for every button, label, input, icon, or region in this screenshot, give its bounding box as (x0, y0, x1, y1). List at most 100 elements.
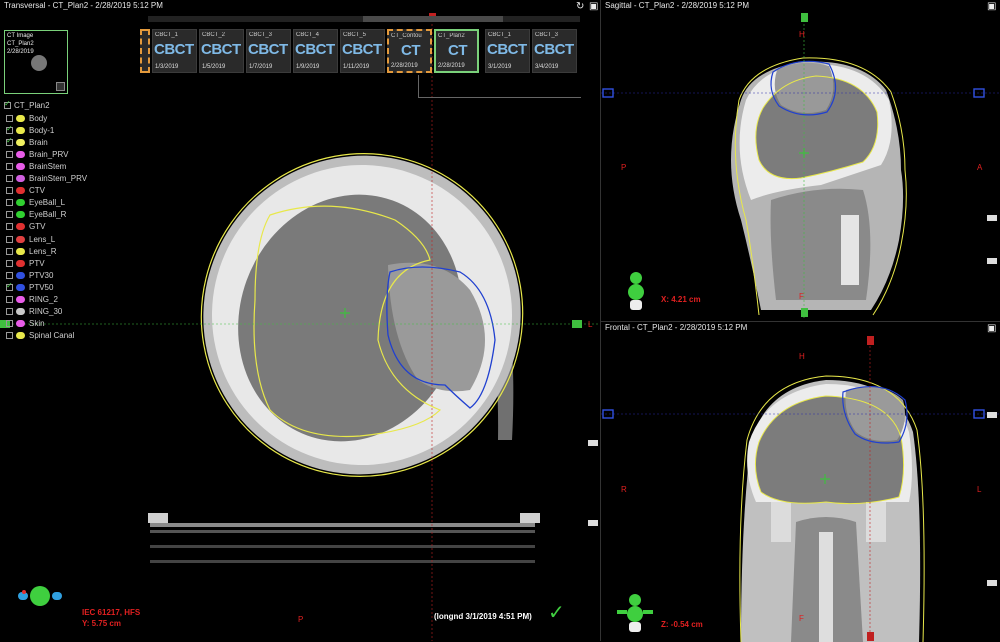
structure-checkbox[interactable] (6, 235, 13, 243)
structure-checkbox[interactable] (6, 136, 13, 146)
structure-checkbox[interactable] (6, 332, 13, 340)
thumbnail-date: 3/1/2019 (488, 64, 512, 70)
thumbnail-ct-plan2[interactable]: CT_Plan2 CT 2/28/2019 (434, 29, 479, 73)
structure-row[interactable]: Brain_PRV (6, 148, 68, 160)
structure-row[interactable]: Spinal Canal (6, 330, 74, 342)
structure-color-icon (16, 150, 25, 158)
structure-row[interactable]: PTV (6, 257, 45, 269)
structure-checkbox[interactable] (6, 187, 13, 195)
scroll-up-button[interactable] (987, 258, 997, 264)
scroll-down-button[interactable] (987, 412, 997, 418)
structure-row[interactable]: EyeBall_R (6, 209, 66, 221)
structure-row[interactable]: Brain (6, 136, 48, 148)
orient-label-right: A (977, 163, 983, 172)
sagittal-viewport[interactable]: Sagittal - CT_Plan2 - 2/28/2019 5:12 PM … (601, 0, 1000, 320)
preview-line3: 2/28/2019 (7, 49, 34, 55)
scroll-up-button[interactable] (588, 520, 598, 526)
structure-name: PTV (29, 258, 45, 268)
structure-row[interactable]: Lens_R (6, 245, 57, 257)
orientation-figure-icon[interactable] (18, 584, 62, 612)
structure-row[interactable]: CTV (6, 185, 45, 197)
thumbnail-cbct-2[interactable]: CBCT_2 CBCT 1/5/2019 (199, 29, 244, 73)
structure-row[interactable]: Body-1 (6, 124, 54, 136)
structure-row[interactable]: RING_30 (6, 306, 62, 318)
orientation-figure-icon[interactable] (625, 272, 647, 312)
structure-set-row[interactable]: CT_Plan2 (4, 99, 50, 111)
structure-checkbox[interactable] (6, 150, 13, 158)
thumbnail-name: CBCT_2 (202, 32, 226, 38)
structure-checkbox[interactable] (6, 114, 13, 122)
structure-row[interactable]: Lens_L (6, 233, 55, 245)
structure-name: Spinal Canal (29, 331, 75, 341)
structure-set-checkbox[interactable] (4, 99, 11, 109)
structure-row[interactable]: PTV50 (6, 281, 53, 293)
structure-checkbox[interactable] (6, 211, 13, 219)
structure-name: Skin (29, 319, 45, 329)
structure-name: EyeBall_L (29, 198, 66, 208)
scroll-down-button[interactable] (588, 440, 598, 446)
scrollbar-thumb[interactable] (363, 16, 503, 22)
thumbnail-left-edge[interactable] (140, 29, 150, 73)
structure-row[interactable]: PTV30 (6, 269, 53, 281)
coordinate-readout: X: 4.21 cm (661, 295, 701, 304)
structure-checkbox[interactable] (6, 223, 13, 231)
structure-row[interactable]: Skin (6, 318, 45, 330)
structure-name: Lens_R (29, 246, 57, 256)
image-preview[interactable]: CT Image CT_Plan2 2/28/2019 (4, 30, 68, 94)
structure-row[interactable]: BrainStem (6, 160, 66, 172)
thumbnail-modality: CBCT (154, 41, 194, 58)
thumbnail-cbct-4[interactable]: CBCT_4 CBCT 1/9/2019 (293, 29, 338, 73)
structure-checkbox[interactable] (6, 296, 13, 303)
thumbnail-cbct-3b[interactable]: CBCT_3 CBCT 3/4/2019 (532, 29, 577, 73)
transversal-viewport[interactable]: Transversal - CT_Plan2 - 2/28/2019 5:12 … (0, 0, 601, 641)
structure-checkbox[interactable] (6, 162, 13, 170)
structure-row[interactable]: Body (6, 112, 47, 124)
scroll-down-button[interactable] (987, 215, 997, 221)
structure-name: RING_30 (29, 307, 63, 317)
structure-color-icon (16, 235, 25, 243)
structure-color-icon (16, 320, 25, 328)
scroll-up-button[interactable] (987, 580, 997, 586)
coordinate-readout: Y: 5.75 cm (82, 619, 121, 628)
structure-name: PTV30 (29, 270, 54, 280)
approval-status: (longnd 3/1/2019 4:51 PM) (434, 612, 532, 621)
frontal-viewport[interactable]: Frontal - CT_Plan2 - 2/28/2019 5:12 PM ▣… (601, 321, 1000, 642)
structure-checkbox[interactable] (6, 308, 13, 316)
structure-checkbox[interactable] (6, 281, 13, 291)
structure-name: Lens_L (29, 234, 56, 244)
structure-color-icon (16, 271, 25, 279)
structure-checkbox[interactable] (6, 175, 13, 182)
structure-checkbox[interactable] (6, 199, 13, 207)
structure-row[interactable]: BrainStem_PRV (6, 173, 87, 185)
sagittal-ct-image (601, 13, 1000, 320)
structure-set-name: CT_Plan2 (14, 100, 50, 110)
thumbnail-modality: CBCT (201, 41, 241, 58)
structure-color-icon (16, 126, 25, 134)
structure-checkbox[interactable] (6, 124, 13, 134)
structure-color-icon (16, 187, 25, 195)
structure-color-icon (16, 211, 25, 219)
structure-row[interactable]: EyeBall_L (6, 197, 65, 209)
thumbnail-modality: CBCT (295, 41, 335, 58)
orientation-figure-icon[interactable] (617, 594, 653, 634)
thumbnail-cbct-3[interactable]: CBCT_3 CBCT 1/7/2019 (246, 29, 291, 73)
structure-checkbox[interactable] (6, 259, 13, 267)
structure-checkbox[interactable] (6, 247, 13, 255)
structure-checkbox[interactable] (6, 271, 13, 279)
structure-color-icon (16, 259, 25, 267)
structure-color-icon (16, 138, 25, 146)
thumbnail-ct-contour[interactable]: CT_Contou CT 2/28/2019 (387, 29, 432, 73)
preview-line1: CT Image (7, 33, 34, 39)
structure-name: BrainStem (29, 161, 67, 171)
thumbnail-scrollbar[interactable] (148, 16, 580, 22)
structure-row[interactable]: RING_2 (6, 294, 58, 306)
thumbnail-cbct-1[interactable]: CBCT_1 CBCT 1/3/2019 (152, 29, 197, 73)
structure-checkbox[interactable] (6, 320, 13, 328)
thumbnail-name: CBCT_3 (535, 32, 559, 38)
structure-color-icon (16, 199, 25, 207)
thumbnail-cbct-5[interactable]: CBCT_5 CBCT 1/11/2019 (340, 29, 385, 73)
thumbnail-cbct-1b[interactable]: CBCT_1 CBCT 3/1/2019 (485, 29, 530, 73)
structure-color-icon (16, 308, 25, 316)
structure-row[interactable]: GTV (6, 221, 45, 233)
orient-label-top: H (799, 352, 805, 361)
